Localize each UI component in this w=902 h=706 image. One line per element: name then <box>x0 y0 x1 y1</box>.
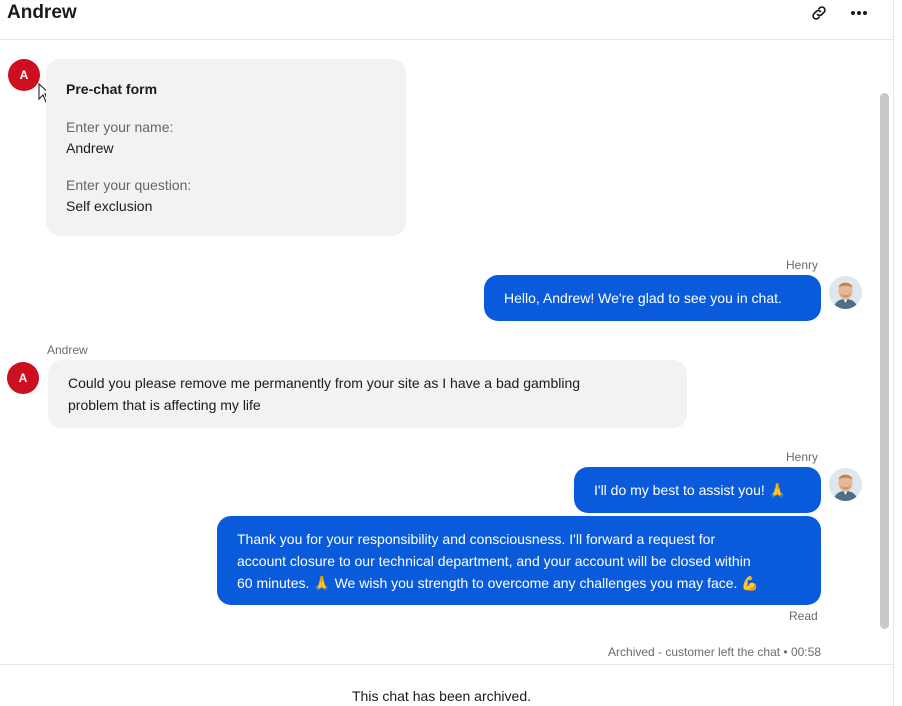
prechat-form-card: Pre-chat form Enter your name: Andrew En… <box>46 59 406 236</box>
archive-status: Archived - customer left the chat • 00:5… <box>608 645 821 659</box>
agent-message-bubble: I'll do my best to assist you! 🙏 <box>574 467 821 513</box>
question-label: Enter your question: <box>66 177 192 193</box>
agent-photo-icon <box>829 468 862 501</box>
sender-name: Henry <box>786 450 819 464</box>
scrollbar-thumb[interactable] <box>880 93 889 629</box>
message-text: I'll do my best to assist you! 🙏 <box>594 482 787 498</box>
name-value: Andrew <box>66 140 114 156</box>
footer-divider <box>0 664 893 665</box>
customer-avatar: A <box>8 59 40 91</box>
question-value: Self exclusion <box>66 198 153 214</box>
agent-avatar <box>829 468 862 501</box>
agent-avatar <box>829 276 862 309</box>
chat-title: Andrew <box>7 2 77 23</box>
message-text-line: account closure to our technical departm… <box>237 553 751 569</box>
sender-name: Andrew <box>47 343 88 357</box>
sender-name: Henry <box>786 258 819 272</box>
message-text-line: Could you please remove me permanently f… <box>68 375 581 391</box>
archived-notice: This chat has been archived. <box>352 688 531 704</box>
message-text-line: Thank you for your responsibility and co… <box>237 531 716 547</box>
message-text-line: problem that is affecting my life <box>68 397 261 413</box>
message-text: Hello, Andrew! We're glad to see you in … <box>504 290 782 306</box>
agent-message-bubble: Thank you for your responsibility and co… <box>217 516 821 605</box>
read-status: Read <box>789 609 818 623</box>
agent-photo-icon <box>829 276 862 309</box>
chat-header: Andrew <box>0 0 893 40</box>
more-options-icon[interactable] <box>848 4 870 22</box>
link-icon[interactable] <box>808 4 830 22</box>
adjacent-panel-edge <box>894 240 902 390</box>
agent-message-bubble: Hello, Andrew! We're glad to see you in … <box>484 275 821 321</box>
customer-avatar: A <box>7 362 39 394</box>
name-label: Enter your name: <box>66 119 174 135</box>
customer-message-bubble: Could you please remove me permanently f… <box>48 360 687 428</box>
prechat-form-title: Pre-chat form <box>66 81 158 97</box>
message-text-line: 60 minutes. 🙏 We wish you strength to ov… <box>237 575 759 591</box>
